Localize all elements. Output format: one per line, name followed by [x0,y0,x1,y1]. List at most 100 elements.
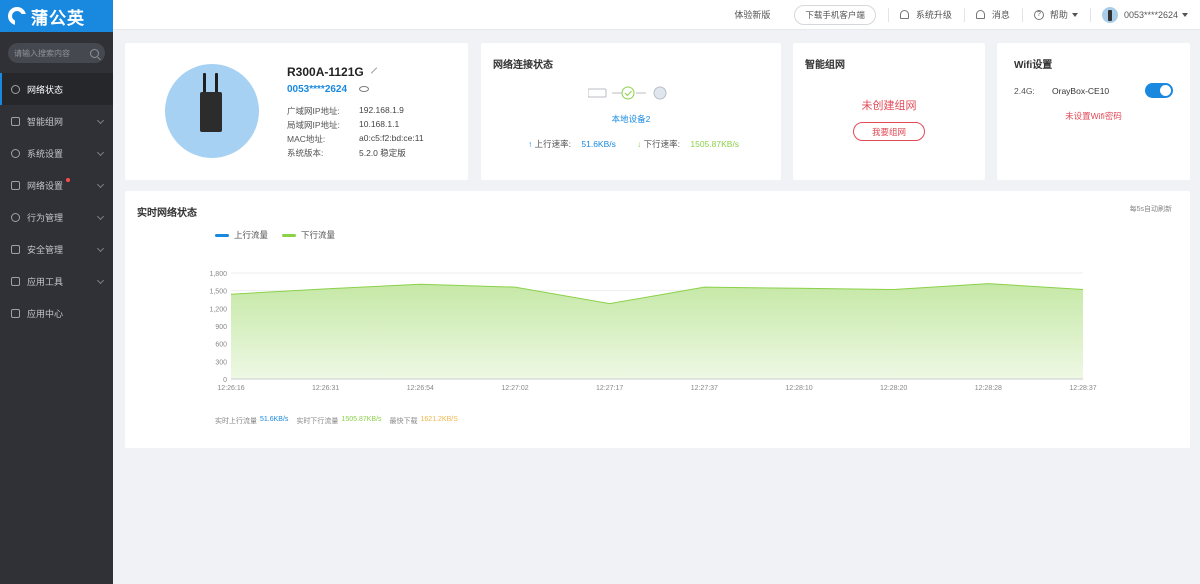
mac-label: MAC地址: [287,134,326,144]
sidebar-item-network-settings[interactable]: 网络设置 [0,169,113,201]
help-icon: ? [1033,9,1044,20]
network-status-card: 网络连接状态 本地设备2 ↑ 上行速率: 51.6KB/s ↓ 下行速率: 15… [481,43,781,180]
logo-text: 蒲公英 [31,8,85,28]
local-device-link[interactable]: 本地设备2 [481,113,781,125]
sidebar-item-security[interactable]: 安全管理 [0,233,113,265]
sidebar-search-input[interactable]: 请输入搜索内容 [8,43,105,63]
series-area-download [231,283,1083,379]
summary-down-value: 1505.87KB/s [341,416,382,423]
sidebar-item-system-settings[interactable]: 系统设置 [0,137,113,169]
connection-graphic [588,86,667,100]
sidebar-item-smart-mesh[interactable]: 智能组网 [0,105,113,137]
lan-ip-label: 局域网IP地址: [287,120,340,130]
download-app-button[interactable]: 下载手机客户端 [794,4,876,25]
sidebar-item-tools[interactable]: 应用工具 [0,265,113,297]
auto-refresh-note: 每5s自动刷新 [1129,206,1172,213]
user-name: 0053****2624 [1123,9,1178,20]
help-label: 帮助 [1049,10,1068,20]
user-menu[interactable]: 0053****2624 [1089,0,1200,30]
try-new-version-link[interactable]: 体验新版 [722,0,782,30]
legend-label-upload: 上行流量 [234,230,269,240]
device-id: 0053****2624 [287,84,348,95]
bell-icon [975,10,985,19]
y-tick-label: 600 [215,342,227,349]
chevron-down-icon [96,180,105,189]
chevron-down-icon [96,244,105,253]
help-menu[interactable]: ? 帮助 [1021,0,1090,30]
realtime-network-card: 实时网络状态 每5s自动刷新 上行流量 下行流量 0 300 600 900 1,200… [125,191,1190,448]
try-new-label: 体验新版 [734,10,771,20]
logo-icon [8,7,26,25]
x-tick-label: 12:27:02 [501,385,528,392]
arrow-down-icon: ↓ [637,139,642,149]
traffic-chart: 0 300 600 900 1,200 1,500 1,800 12:26:16 12:26:3… [209,271,1096,392]
mac-value: a0:c5:f2:bd:ce:11 [359,133,424,143]
network-icon [11,84,20,94]
lan-ip-row: 局域网IP地址: 10.168.1.1 [287,119,399,131]
behavior-icon [11,212,20,222]
brand-logo[interactable]: 蒲公英 [0,0,113,32]
upload-rate: ↑ 上行速率: 51.6KB/s [528,138,616,150]
edit-icon[interactable] [370,67,378,74]
x-tick-label: 12:27:17 [596,385,623,392]
card-title: 实时网络状态 [137,208,197,219]
summary-up-value: 51.6KB/s [260,416,289,423]
upgrade-label: 系统升级 [915,10,952,20]
mac-row: MAC地址: a0:c5:f2:bd:ce:11 [287,133,424,145]
x-tick-label: 12:28:37 [1069,385,1096,392]
tools-icon [11,276,20,286]
router-body [200,92,222,132]
sidebar-item-label: 系统设置 [27,148,64,159]
upgrade-icon [899,10,909,19]
version-label: 系统版本: [287,148,324,158]
version-value: 5.2.0 稳定版 [359,148,406,158]
download-app: 下载手机客户端 [782,0,888,30]
globe-icon [653,86,667,100]
up-label: 上行速率: [534,139,571,149]
wan-ip-row: 广域网IP地址: 192.168.1.9 [287,105,404,117]
sidebar-item-label: 应用中心 [27,308,64,319]
down-label: 下行速率: [643,139,680,149]
y-tick-label: 300 [215,359,227,366]
summary-down-label: 实时下行流量 [296,418,339,425]
legend-upload[interactable]: 上行流量 [215,229,268,241]
y-tick-label: 1,500 [209,289,227,296]
summary-max-value: 1621.2KB/S [420,416,458,423]
sidebar-item-app-center[interactable]: 应用中心 [0,297,113,329]
wifi-password-warning[interactable]: 未设置Wifi密码 [997,110,1190,122]
x-tick-label: 12:28:28 [975,385,1002,392]
traffic-summary: 实时上行流量 51.6KB/s 实时下行流量 1505.87KB/s 最快下载 … [215,416,461,426]
messages-link[interactable]: 消息 [963,0,1022,30]
system-upgrade-link[interactable]: 系统升级 [887,0,964,30]
y-tick-label: 0 [223,377,227,384]
x-tick-label: 12:26:31 [312,385,339,392]
chevron-down-icon [96,212,105,221]
search-icon[interactable] [90,48,99,58]
arrow-up-icon: ↑ [528,139,533,149]
router-image [165,64,259,158]
sidebar: 蒲公英 请输入搜索内容 网络状态 智能组网 系统设置 网络设置 行为管理 安全管… [0,0,113,584]
sidebar-item-behavior[interactable]: 行为管理 [0,201,113,233]
sidebar-item-network-status[interactable]: 网络状态 [0,73,113,105]
wifi-band: 2.4G: [1014,86,1035,96]
wan-ip-label: 广域网IP地址: [287,106,340,116]
smart-mesh-card: 智能组网 未创建组网 我要组网 [793,43,985,180]
create-mesh-button[interactable]: 我要组网 [853,122,925,141]
chevron-down-icon [96,116,105,125]
down-rate-value: 1505.87KB/s [690,139,740,149]
x-tick-label: 12:26:54 [407,385,434,392]
legend-label-download: 下行流量 [301,230,336,240]
legend-swatch-download [282,233,297,237]
card-title: 智能组网 [805,60,845,71]
mesh-status: 未创建组网 [861,100,917,112]
gear-icon [11,148,20,158]
mesh-icon [11,116,20,126]
x-tick-label: 12:28:20 [880,385,907,392]
wifi-toggle[interactable] [1145,83,1173,98]
top-bar: 体验新版 下载手机客户端 系统升级 消息 ? 帮助 0053****2624 [113,0,1200,30]
card-title: Wifi设置 [1014,60,1053,71]
sidebar-item-label: 智能组网 [27,116,64,127]
device-card: R300A-1121G 0053****2624 广域网IP地址: 192.16… [125,43,468,180]
eye-icon[interactable] [359,86,369,92]
legend-download[interactable]: 下行流量 [282,229,335,241]
